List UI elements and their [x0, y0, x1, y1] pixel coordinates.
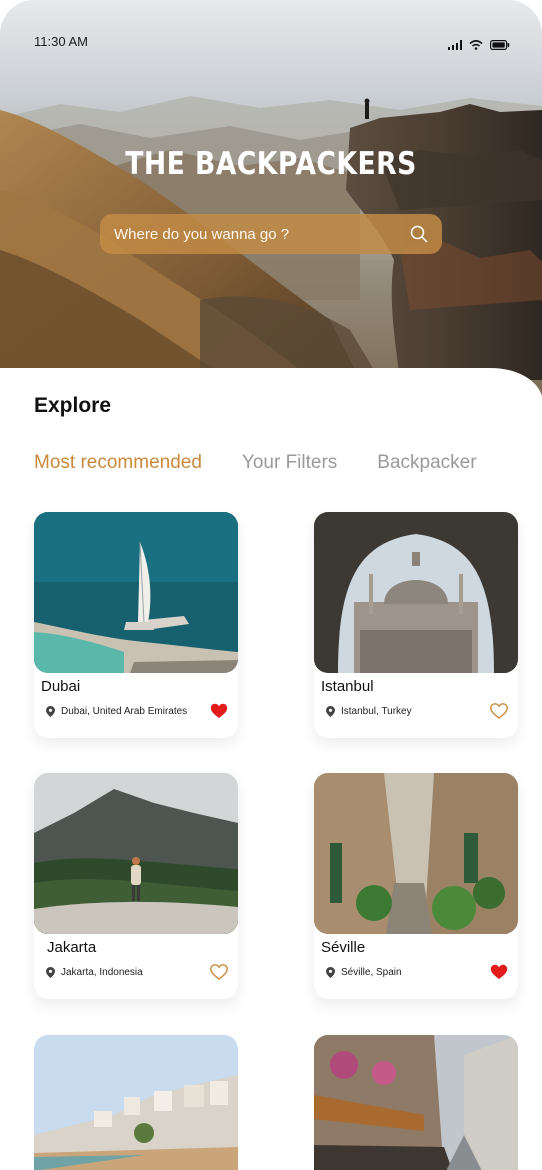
location-pin-icon	[326, 706, 335, 717]
card-location: Istanbul, Turkey	[326, 706, 412, 717]
battery-icon	[490, 40, 510, 50]
card-location: Jakarta, Indonesia	[46, 967, 143, 978]
jakarta-photo	[34, 773, 238, 934]
wifi-icon	[469, 40, 483, 50]
favorite-heart-icon[interactable]	[210, 703, 228, 719]
card-location-label: Istanbul, Turkey	[341, 706, 412, 717]
favorite-heart-icon[interactable]	[210, 964, 228, 980]
tab-backpacker[interactable]: Backpacker	[377, 452, 476, 474]
signal-icon	[448, 40, 462, 50]
card-location-label: Séville, Spain	[341, 967, 402, 978]
dubai-photo	[34, 512, 238, 673]
card-location-label: Dubai, United Arab Emirates	[61, 706, 188, 717]
card-title: Dubai	[41, 678, 81, 695]
category-tabs: Most recommended Your Filters Backpacker	[34, 452, 477, 474]
search-icon[interactable]	[410, 225, 428, 243]
hero-landscape-image	[0, 0, 542, 400]
destination-card-seville[interactable]: Séville Séville, Spain	[314, 773, 518, 999]
coastal-village-photo	[34, 1035, 238, 1170]
card-location: Dubai, United Arab Emirates	[46, 706, 187, 717]
tab-most-recommended[interactable]: Most recommended	[34, 452, 202, 474]
search-bar[interactable]	[100, 214, 442, 254]
status-time: 11:30 AM	[34, 34, 88, 49]
status-icons	[448, 40, 510, 50]
location-pin-icon	[46, 967, 55, 978]
istanbul-photo	[314, 512, 518, 673]
destination-card-jakarta[interactable]: Jakarta Jakarta, Indonesia	[34, 773, 238, 999]
app-title: THE BACKPACKERS	[125, 146, 417, 182]
seville-photo	[314, 773, 518, 934]
card-title: Jakarta	[47, 939, 97, 956]
favorite-heart-icon[interactable]	[490, 964, 508, 980]
card-location-label: Jakarta, Indonesia	[61, 967, 143, 978]
card-location: Séville, Spain	[326, 967, 402, 978]
section-title: Explore	[34, 394, 112, 417]
destination-card-cafe-street[interactable]	[314, 1035, 518, 1170]
tab-your-filters[interactable]: Your Filters	[242, 452, 337, 474]
location-pin-icon	[326, 967, 335, 978]
card-title: Istanbul	[321, 678, 374, 695]
favorite-heart-icon[interactable]	[490, 703, 508, 719]
hero-banner: 11:30 AM THE BACKPACKERS	[0, 0, 542, 400]
card-title: Séville	[321, 939, 366, 956]
search-input[interactable]	[114, 225, 410, 243]
cafe-street-photo	[314, 1035, 518, 1170]
destination-card-coastal-village[interactable]	[34, 1035, 238, 1170]
location-pin-icon	[46, 706, 55, 717]
destination-card-istanbul[interactable]: Istanbul Istanbul, Turkey	[314, 512, 518, 738]
destination-card-dubai[interactable]: Dubai Dubai, United Arab Emirates	[34, 512, 238, 738]
